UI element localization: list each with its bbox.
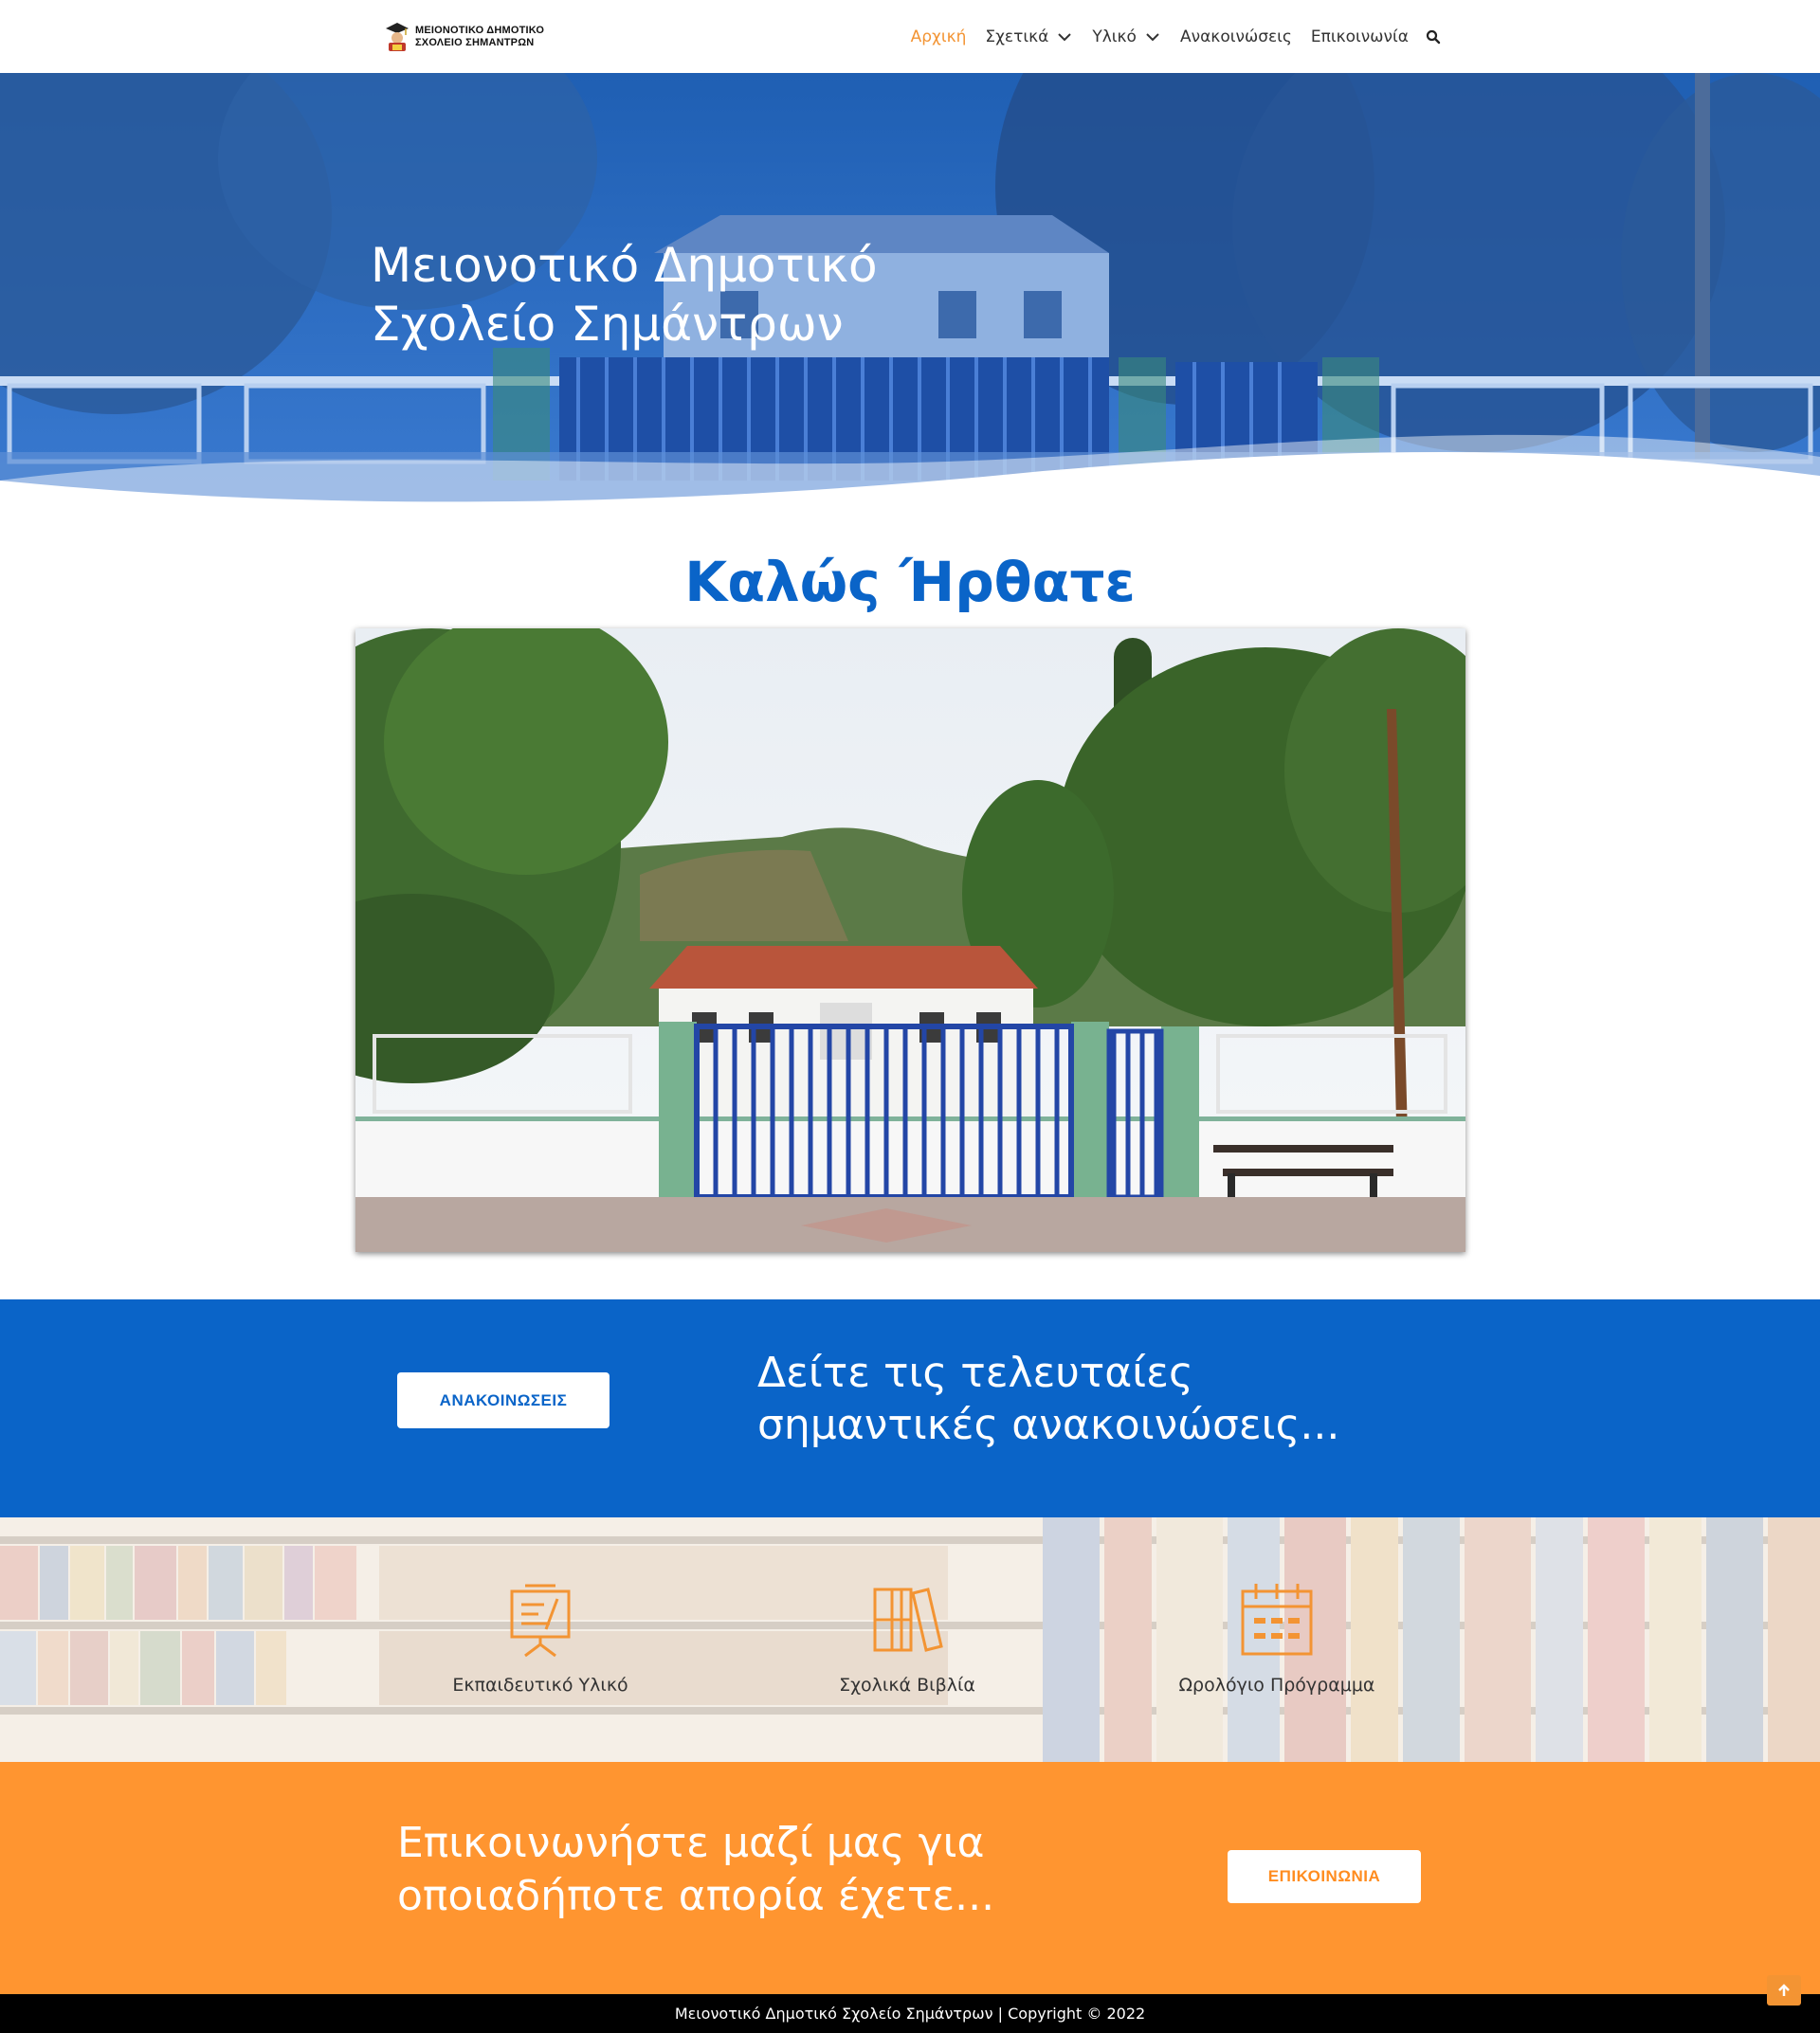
search-icon[interactable] [1426, 29, 1441, 45]
scroll-to-top-button[interactable] [1767, 1975, 1801, 2006]
contact-text-line-1: Επικοινωνήστε μαζί μας για [397, 1819, 985, 1867]
nav-item-label: Ανακοινώσεις [1179, 27, 1292, 46]
calendar-icon [1241, 1584, 1313, 1656]
footer-copyright: Μειονοτικό Δημοτικό Σχολείο Σημάντρων | … [674, 2005, 1146, 2023]
books-icon [873, 1588, 943, 1652]
announcements-band: ΑΝΑΚΟΙΝΩΣΕΙΣ Δείτε τις τελευταίες σημαντ… [0, 1299, 1820, 1517]
site-logo[interactable]: ΜΕΙΟΝΟΤΙΚΟ ΔΗΜΟΤΙΚΟ ΣΧΟΛΕΙΟ ΣΗΜΑΝΤΡΩΝ [385, 19, 544, 55]
nav-item-announcements[interactable]: Ανακοινώσεις [1180, 27, 1292, 46]
hero-title: Μειονοτικό Δημοτικό Σχολείο Σημάντρων [371, 236, 878, 354]
school-building-photo [355, 628, 1465, 1252]
site-header: ΜΕΙΟΝΟΤΙΚΟ ΔΗΜΟΤΙΚΟ ΣΧΟΛΕΙΟ ΣΗΜΑΝΤΡΩΝ Αρ… [0, 0, 1820, 73]
welcome-title: Καλώς Ήρθατε [684, 550, 1136, 614]
main-nav: Αρχική Σχετικά Υλικό Ανακοινώσεις Επικοι… [911, 0, 1441, 73]
announcements-text-line-2: σημαντικές ανακοινώσεις... [757, 1401, 1340, 1449]
resource-school-books[interactable]: Σχολικά Βιβλία [765, 1582, 1049, 1696]
contact-text-line-2: οποιαδήποτε απορία έχετε... [397, 1872, 995, 1920]
hero-background-image [0, 73, 1820, 504]
nav-item-label: Επικοινωνία [1310, 27, 1409, 46]
hero-title-line-1: Μειονοτικό Δημοτικό [371, 238, 878, 293]
logo-line-2: ΣΧΟΛΕΙΟ ΣΗΜΑΝΤΡΩΝ [415, 37, 535, 48]
contact-button[interactable]: ΕΠΙΚΟΙΝΩΝΙΑ [1228, 1850, 1421, 1903]
nav-item-home[interactable]: Αρχική [911, 27, 967, 46]
nav-item-label: Αρχική [910, 27, 967, 46]
nav-item-about[interactable]: Σχετικά [985, 27, 1073, 46]
resource-label: Σχολικά Βιβλία [839, 1675, 975, 1696]
presentation-board-icon [510, 1584, 571, 1658]
chevron-down-icon[interactable] [1144, 28, 1161, 45]
contact-band: Επικοινωνήστε μαζί μας για οποιαδήποτε α… [0, 1762, 1820, 1994]
resource-label: Ωρολόγιο Πρόγραμμα [1178, 1675, 1375, 1696]
logo-line-1: ΜΕΙΟΝΟΤΙΚΟ ΔΗΜΟΤΙΚΟ [415, 25, 545, 36]
resources-band: Εκπαιδευτικό Υλικό Σχολικά Βιβλία Ωρολόγ… [0, 1517, 1820, 1762]
announcements-text: Δείτε τις τελευταίες σημαντικές ανακοινώ… [757, 1347, 1339, 1451]
school-crest-icon [385, 21, 410, 53]
nav-item-contact[interactable]: Επικοινωνία [1311, 27, 1409, 46]
nav-item-material[interactable]: Υλικό [1092, 27, 1161, 46]
resource-timetable[interactable]: Ωρολόγιο Πρόγραμμα [1135, 1582, 1419, 1696]
contact-text: Επικοινωνήστε μαζί μας για οποιαδήποτε α… [397, 1817, 994, 1923]
site-footer: Μειονοτικό Δημοτικό Σχολείο Σημάντρων | … [0, 1994, 1820, 2033]
hero-title-line-2: Σχολείο Σημάντρων [371, 297, 844, 352]
announcements-button[interactable]: ΑΝΑΚΟΙΝΩΣΕΙΣ [397, 1372, 610, 1428]
resource-label: Εκπαιδευτικό Υλικό [452, 1675, 628, 1696]
arrow-up-icon [1778, 1984, 1790, 1996]
nav-item-label: Υλικό [1092, 27, 1137, 46]
chevron-down-icon[interactable] [1056, 28, 1073, 45]
nav-item-label: Σχετικά [985, 27, 1049, 46]
hero-banner: Μειονοτικό Δημοτικό Σχολείο Σημάντρων [0, 73, 1820, 504]
announcements-text-line-1: Δείτε τις τελευταίες [757, 1349, 1193, 1397]
resource-educational-material[interactable]: Εκπαιδευτικό Υλικό [398, 1582, 682, 1696]
